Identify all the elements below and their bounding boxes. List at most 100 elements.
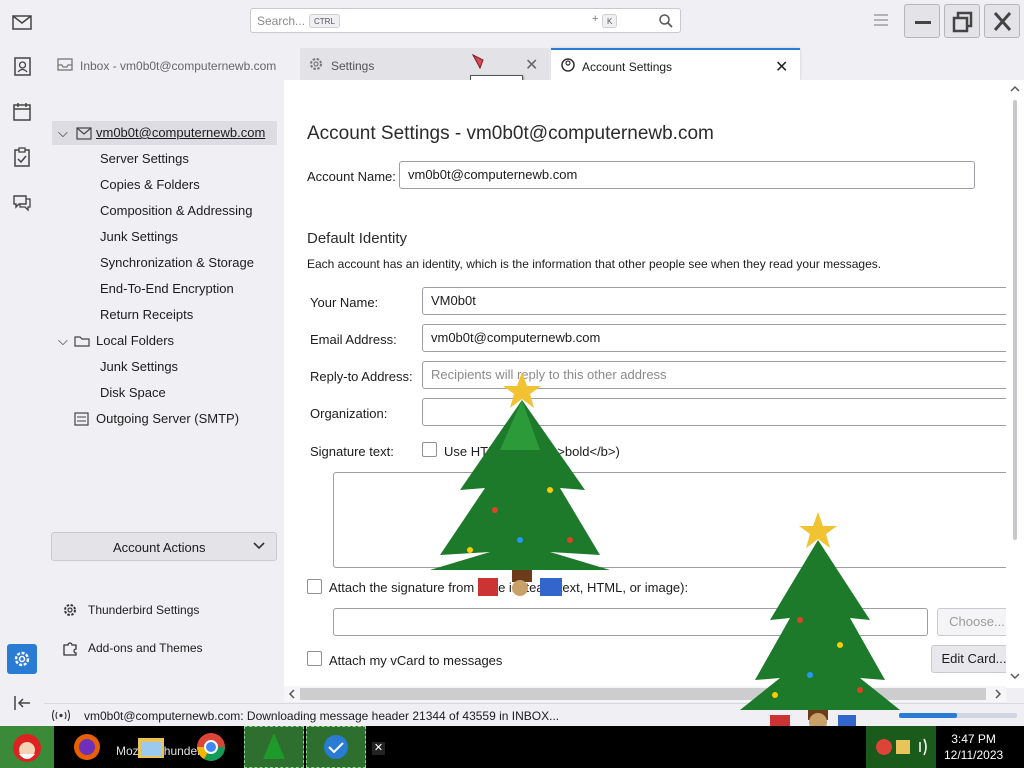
chevron-down-icon[interactable]: ⌵: [58, 121, 68, 145]
minimize-button[interactable]: [904, 4, 940, 38]
chat-icon[interactable]: [11, 191, 33, 213]
account-name-label: Account Name:: [307, 169, 396, 184]
spaces-toolbar: [0, 0, 44, 726]
search-placeholder: Search...: [257, 14, 306, 28]
file-explorer-taskbar-button[interactable]: [132, 726, 170, 768]
close-icon: [993, 12, 1012, 31]
account-settings-icon: [561, 58, 575, 72]
christmas-tree-decoration: [430, 372, 610, 596]
tree-outgoing-server[interactable]: Outgoing Server (SMTP): [44, 407, 284, 431]
tab-settings-label: Settings: [331, 59, 375, 73]
mail-account-icon: [76, 127, 92, 140]
email-address-field[interactable]: vm0b0t@computernewb.com: [422, 324, 1012, 352]
tree-item-synchronization-storage[interactable]: Synchronization & Storage: [44, 251, 284, 275]
your-name-label: Your Name:: [310, 295, 379, 310]
puzzle-icon: [63, 642, 77, 656]
chevron-down-icon[interactable]: ⌵: [58, 329, 68, 353]
organization-label: Organization:: [310, 406, 388, 421]
attach-vcard-checkbox[interactable]: [307, 651, 322, 666]
chevron-down-icon: [253, 542, 265, 550]
tree-local-folders[interactable]: ⌵ Local Folders: [44, 329, 284, 353]
account-actions-label: Account Actions: [113, 540, 206, 555]
collapse-spaces-icon[interactable]: [11, 692, 33, 714]
tree-item-disk-space[interactable]: Disk Space: [44, 381, 284, 405]
account-tree: ⌵ vm0b0t@computernewb.com Server Setting…: [44, 80, 284, 702]
tree-item-label: Synchronization & Storage: [100, 255, 254, 270]
tree-outgoing-server-label: Outgoing Server (SMTP): [96, 411, 240, 426]
tree-account-label: vm0b0t@computernewb.com: [96, 125, 266, 140]
shortcut-key-k: K: [602, 14, 618, 28]
clock-time: 3:47 PM: [951, 732, 996, 746]
search-input[interactable]: Search... CTRL + K: [250, 8, 681, 33]
close-window-button[interactable]: [984, 4, 1020, 38]
shortcut-key-ctrl: CTRL: [309, 14, 340, 28]
christmas-tree-decoration: [740, 512, 900, 733]
clock-date: 12/11/2023: [944, 748, 1004, 762]
tree-item-server-settings[interactable]: Server Settings: [44, 147, 284, 171]
calendar-icon[interactable]: [11, 101, 33, 123]
account-actions-button[interactable]: Account Actions: [51, 532, 277, 561]
attach-signature-checkbox[interactable]: [307, 579, 322, 594]
identity-description: Each account has an identity, which is t…: [307, 257, 882, 271]
tab-account-settings[interactable]: Account Settings ✕: [551, 48, 800, 80]
folder-icon: [74, 336, 90, 347]
tree-item-composition-addressing[interactable]: Composition & Addressing: [44, 199, 284, 223]
scroll-left-icon[interactable]: [286, 688, 298, 700]
mail-space-icon[interactable]: [11, 11, 33, 33]
attach-vcard-label: Attach my vCard to messages: [329, 653, 503, 668]
account-name-field[interactable]: vm0b0t@computernewb.com: [399, 161, 975, 189]
tree-item-end-to-end-encryption[interactable]: End-To-End Encryption: [44, 277, 284, 301]
signature-text-label: Signature text:: [310, 444, 394, 459]
outgoing-server-icon: [74, 412, 89, 426]
scroll-right-icon[interactable]: [992, 688, 1004, 700]
address-book-icon[interactable]: [11, 55, 33, 77]
thunderbird-icon: [324, 735, 348, 759]
inbox-icon: [57, 58, 73, 71]
taskbar-clock[interactable]: 3:47 PM 12/11/2023: [944, 731, 1003, 763]
system-tray: [866, 726, 936, 768]
christmas-tree-taskbar-button[interactable]: [244, 726, 304, 768]
santa-start-icon: [13, 734, 41, 762]
your-name-field[interactable]: VM0b0t: [422, 287, 1012, 315]
restore-icon: [952, 11, 973, 33]
tree-item-copies-folders[interactable]: Copies & Folders: [44, 173, 284, 197]
search-icon[interactable]: [658, 13, 674, 29]
scroll-arrows-icon: [1010, 86, 1020, 679]
thunderbird-settings-label: Thunderbird Settings: [88, 603, 200, 617]
thunderbird-app-taskbar-button[interactable]: [306, 726, 366, 768]
tab-inbox[interactable]: Inbox - vm0b0t@computernewb.com: [44, 48, 298, 80]
start-button[interactable]: [0, 726, 54, 768]
tray-icons[interactable]: [866, 726, 936, 768]
minimize-icon: [915, 21, 931, 24]
close-tab-account-settings-button[interactable]: ✕: [775, 57, 788, 77]
tasks-icon[interactable]: [11, 146, 33, 168]
app-menu-icon[interactable]: [874, 14, 888, 26]
firefox-taskbar-button[interactable]: [66, 726, 108, 768]
tree-item-label: End-To-End Encryption: [100, 281, 234, 296]
shortcut-plus: +: [592, 13, 599, 25]
close-tab-settings-button[interactable]: ✕: [525, 55, 538, 75]
title-bar: Search... CTRL + K: [0, 0, 1024, 44]
vertical-scrollbar[interactable]: [1006, 80, 1024, 688]
choose-file-button[interactable]: Choose...: [937, 608, 1017, 636]
tree-item-label: Return Receipts: [100, 307, 194, 322]
settings-space-button[interactable]: [7, 644, 37, 674]
close-icon[interactable]: ✕: [372, 742, 385, 755]
email-address-label: Email Address:: [310, 332, 397, 347]
restore-button[interactable]: [944, 4, 980, 38]
tree-item-return-receipts[interactable]: Return Receipts: [44, 303, 284, 327]
gear-icon: [64, 604, 76, 616]
tree-item-local-junk-settings[interactable]: Junk Settings: [44, 355, 284, 379]
tree-item-junk-settings[interactable]: Junk Settings: [44, 225, 284, 249]
tree-item-label: Disk Space: [100, 385, 166, 400]
tab-account-settings-label: Account Settings: [582, 60, 673, 74]
tree-account[interactable]: ⌵ vm0b0t@computernewb.com: [52, 121, 277, 145]
online-status-icon[interactable]: [52, 709, 70, 722]
edit-card-button[interactable]: Edit Card...: [931, 645, 1017, 673]
page-title: Account Settings - vm0b0t@computernewb.c…: [307, 123, 714, 144]
mouse-cursor-icon: [471, 53, 484, 70]
folder-icon: [138, 738, 164, 758]
tree-item-label: Junk Settings: [100, 359, 179, 374]
tree-icon: [263, 733, 285, 759]
chrome-taskbar-button[interactable]: [190, 726, 232, 768]
